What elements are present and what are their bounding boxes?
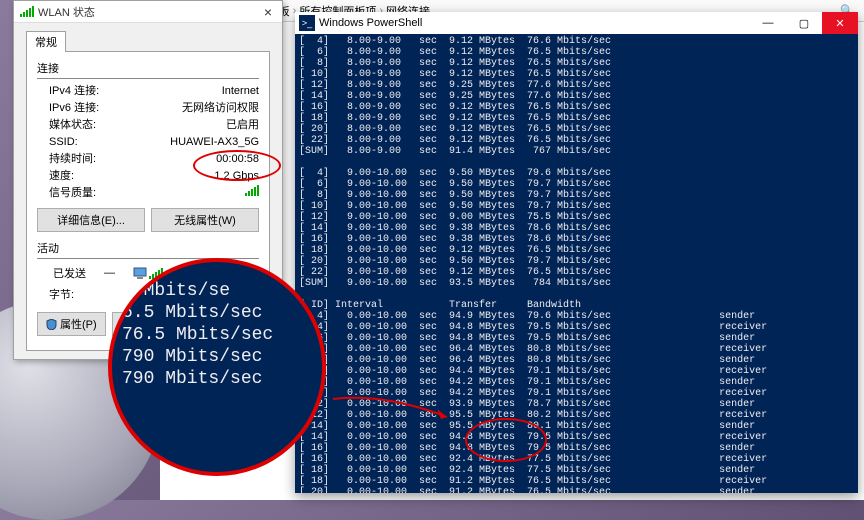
tab-pane-general: 连接 IPv4 连接: Internet IPv6 连接: 无网络访问权限媒体状态: 已…: [26, 51, 270, 351]
connection-row: SSID: HUAWEI-AX3_5G: [37, 134, 259, 151]
wlan-titlebar[interactable]: WLAN 状态 ×: [14, 1, 282, 23]
dialog-title: WLAN 状态: [38, 4, 95, 20]
connection-row: 持续时间: 00:00:58: [37, 151, 259, 168]
row-label: 速度:: [37, 168, 74, 185]
powershell-output[interactable]: [ 4] 8.00-9.00 sec 9.12 MBytes 76.6 Mbit…: [295, 34, 858, 493]
maximize-button[interactable]: ▢: [786, 12, 822, 34]
close-button[interactable]: ✕: [822, 12, 858, 34]
row-label: IPv4 连接:: [37, 83, 99, 100]
connection-row: 速度: 1.2 Gbps: [37, 168, 259, 185]
signal-icon: [149, 268, 163, 279]
shield-icon: [46, 319, 57, 330]
row-label: IPv6 连接:: [37, 100, 99, 117]
connection-row: 媒体状态: 已启用: [37, 117, 259, 134]
powershell-window: >_ Windows PowerShell — ▢ ✕ [ 4] 8.00-9.…: [295, 12, 858, 493]
row-value: 已启用: [226, 117, 259, 134]
signal-icon: [20, 6, 34, 17]
section-connection: 连接: [37, 60, 259, 76]
connection-row: IPv4 连接: Internet: [37, 83, 259, 100]
dash-icon: —: [181, 267, 192, 279]
properties-button[interactable]: 属性(P): [37, 312, 106, 336]
row-value: 1.2 Gbps: [214, 168, 259, 185]
disable-button[interactable]: 禁: [112, 312, 155, 336]
row-value: Internet: [222, 83, 259, 100]
wireless-props-button[interactable]: 无线属性(W): [151, 208, 259, 232]
row-label: 信号质量:: [37, 185, 96, 202]
row-label: 持续时间:: [37, 151, 96, 168]
shield-icon: [121, 319, 132, 330]
connection-row: 信号质量:: [37, 185, 259, 202]
dash-icon: —: [104, 267, 115, 279]
row-value: 无网络访问权限: [182, 100, 259, 117]
row-label: 媒体状态:: [37, 117, 96, 134]
row-value: [245, 185, 259, 202]
window-title: Windows PowerShell: [319, 17, 422, 29]
pc-icon: [133, 266, 147, 280]
connection-row: IPv6 连接: 无网络访问权限: [37, 100, 259, 117]
section-activity: 活动: [37, 240, 259, 256]
bytes-label: 字节:: [37, 287, 74, 304]
powershell-icon: >_: [299, 15, 315, 31]
received-label: 已接收: [210, 265, 243, 281]
wlan-status-dialog: WLAN 状态 × 常规 连接 IPv4 连接:InternetIPv6 连接:…: [13, 0, 283, 360]
bytes-value: 1,861,279,971: [189, 287, 259, 304]
row-value: 00:00:58: [216, 151, 259, 168]
powershell-titlebar[interactable]: >_ Windows PowerShell — ▢ ✕: [295, 12, 858, 34]
tab-general[interactable]: 常规: [26, 31, 66, 52]
activity-graphic: 已发送 — — 已接收: [37, 265, 259, 281]
row-label: SSID:: [37, 134, 78, 151]
sent-label: 已发送: [53, 265, 86, 281]
minimize-button[interactable]: —: [750, 12, 786, 34]
row-value: HUAWEI-AX3_5G: [170, 134, 259, 151]
details-button[interactable]: 详细信息(E)...: [37, 208, 145, 232]
close-button[interactable]: ×: [260, 4, 276, 20]
